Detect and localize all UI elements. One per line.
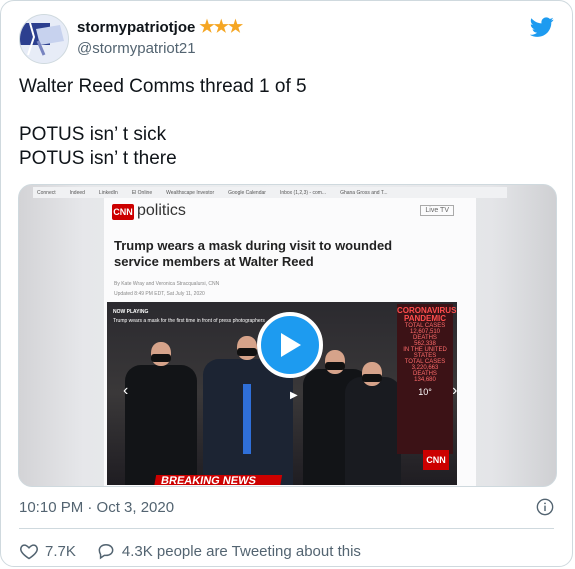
- tweet-card: stormypatriotjoe ★★★ @stormypatriot21 Wa…: [0, 0, 573, 567]
- tweet-text: Walter Reed Comms thread 1 of 5 POTUS is…: [19, 76, 307, 169]
- blue-tie: [243, 384, 251, 454]
- now-playing-label: NOW PLAYING: [113, 309, 149, 315]
- like-count: 7.7K: [45, 542, 76, 560]
- cnn-bug-logo: CNN: [423, 450, 449, 470]
- bookmark-item: Indeed: [69, 189, 85, 196]
- corona-line: IN THE UNITED STATES: [403, 347, 447, 359]
- flag-avatar-image: [20, 15, 68, 63]
- divider: [19, 528, 554, 529]
- star-rating-badge: ★★★: [199, 17, 243, 36]
- person-figure: [345, 377, 401, 485]
- bookmark-item: LinkedIn: [98, 189, 118, 196]
- face-mask: [151, 354, 171, 362]
- browser-bookmarks-bar: Connect Indeed LinkedIn El Online Wealth…: [33, 187, 507, 198]
- twitter-bird-icon[interactable]: [530, 15, 554, 39]
- heart-icon: [20, 544, 38, 560]
- face-mask: [362, 374, 382, 382]
- display-name-text[interactable]: stormypatriotjoe: [77, 19, 195, 36]
- avatar[interactable]: [19, 14, 69, 64]
- section-title: politics: [137, 202, 186, 219]
- coronavirus-ticker: CORONAVIRUS PANDEMIC TOTAL CASES 12,607,…: [397, 304, 457, 454]
- temperature: 10°: [418, 387, 432, 397]
- tweet-media[interactable]: Connect Indeed LinkedIn El Online Wealth…: [18, 184, 557, 487]
- article-byline: By Kate Wray and Veronica Stracqualursi,…: [114, 281, 220, 287]
- play-icon: [281, 333, 301, 357]
- face-mask: [325, 362, 345, 370]
- tweeting-about-text: 4.3K people are Tweeting about this: [121, 542, 361, 560]
- article-headline: Trump wears a mask during visit to wound…: [114, 238, 393, 269]
- tweet-timestamp[interactable]: 10:10 PM · Oct 3, 2020: [19, 499, 174, 516]
- bookmark-item: Inbox (1,2,3) - com...: [279, 189, 327, 196]
- bookmark-item: Ghana Gross and T...: [340, 189, 388, 196]
- breaking-news-banner: BREAKING NEWS: [153, 475, 283, 485]
- bookmark-item: El Online: [131, 189, 153, 196]
- reply-bubble-icon: [98, 543, 114, 560]
- video-pause-icon: ▶: [290, 390, 298, 401]
- bookmark-item: Connect: [37, 189, 56, 196]
- display-name[interactable]: stormypatriotjoe ★★★: [77, 17, 243, 37]
- face-mask: [237, 348, 257, 356]
- cnn-logo: CNN: [112, 204, 134, 220]
- article-updated: Updated 8:49 PM EDT, Sat July 11, 2020: [114, 291, 205, 297]
- play-button[interactable]: [257, 312, 323, 378]
- reply-button[interactable]: 4.3K people are Tweeting about this: [96, 541, 361, 561]
- bookmark-item: Google Calendar: [228, 189, 266, 196]
- video-caption: Trump wears a mask for the first time in…: [113, 318, 265, 324]
- corona-line: 134,680: [414, 377, 436, 383]
- previous-arrow-icon: ‹: [123, 382, 129, 399]
- person-figure: [125, 365, 197, 485]
- like-button[interactable]: 7.7K: [19, 541, 76, 561]
- user-handle[interactable]: @stormypatriot21: [77, 40, 196, 57]
- info-icon[interactable]: [536, 498, 554, 516]
- corona-title: CORONAVIRUS PANDEMIC: [397, 306, 457, 323]
- tweet-actions: 7.7K 4.3K people are Tweeting about this: [19, 541, 361, 561]
- live-tv-button: Live TV: [420, 205, 454, 216]
- bookmark-item: Wealthscape Investor: [166, 189, 215, 196]
